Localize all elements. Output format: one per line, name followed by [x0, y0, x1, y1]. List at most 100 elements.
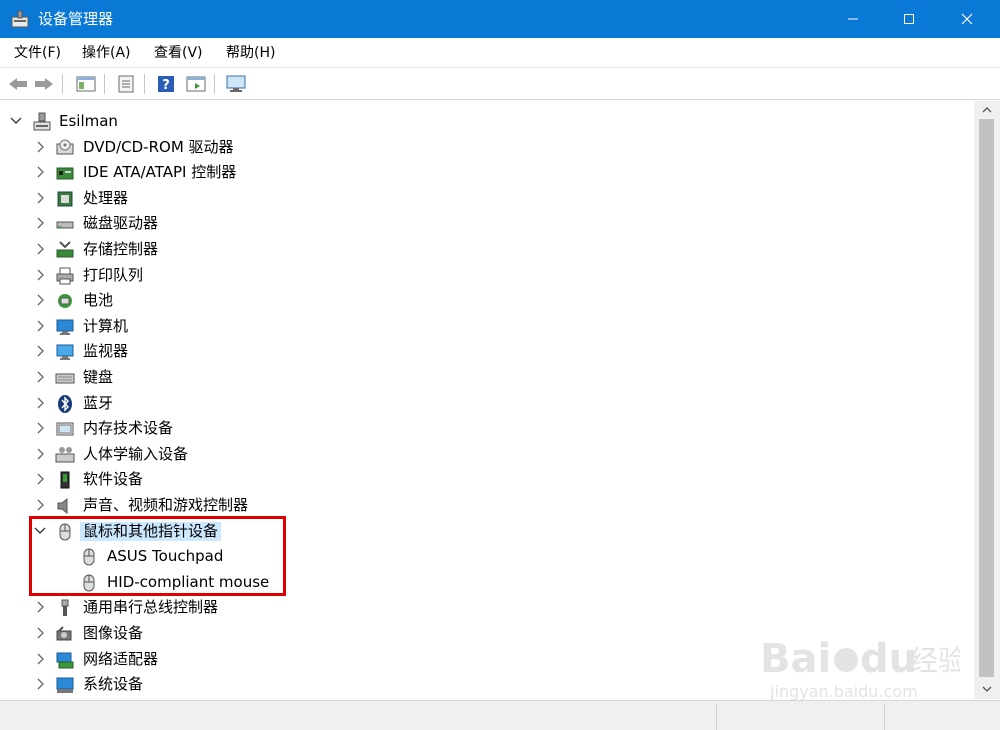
tree-item-label: 软件设备: [83, 470, 144, 488]
chevron-right-icon[interactable]: [33, 626, 47, 640]
maximize-button[interactable]: [886, 0, 932, 38]
hid-icon: [55, 447, 75, 463]
action-pane-button[interactable]: [184, 73, 208, 95]
chevron-right-icon[interactable]: [33, 447, 47, 461]
chevron-down-icon[interactable]: [33, 524, 47, 538]
chevron-right-icon[interactable]: [33, 191, 47, 205]
computer-icon: [56, 319, 74, 335]
chevron-right-icon[interactable]: [33, 216, 47, 230]
svg-text:经验: 经验: [910, 644, 960, 677]
scroll-down-button[interactable]: [974, 681, 1000, 698]
tree-item-label: 人体学输入设备: [83, 445, 189, 463]
menu-action[interactable]: 操作(A): [82, 44, 131, 62]
chevron-down-icon: [982, 686, 992, 692]
tree-item-label: 系统设备: [83, 675, 144, 693]
menu-file[interactable]: 文件(F): [14, 44, 61, 62]
battery-icon: [58, 294, 72, 308]
chevron-down-icon[interactable]: [9, 114, 23, 128]
svg-text:Bai: Bai: [760, 636, 831, 682]
help-icon: ?: [158, 76, 174, 93]
bluetooth-icon: [58, 395, 72, 413]
software-device-icon: [60, 471, 70, 489]
chevron-right-icon[interactable]: [33, 319, 47, 333]
tree-item-label: 通用串行总线控制器: [83, 598, 219, 616]
svg-text:du: du: [860, 636, 917, 682]
chevron-right-icon[interactable]: [33, 344, 47, 358]
chevron-right-icon[interactable]: [33, 370, 47, 384]
properties-icon: [118, 75, 134, 93]
tree-item-label: 存储控制器: [83, 240, 159, 258]
tree-item-label: 鼠标和其他指针设备: [80, 522, 222, 541]
chevron-right-icon[interactable]: [33, 652, 47, 666]
toolbar-separator: [62, 74, 63, 94]
menu-bar: 文件(F) 操作(A) 查看(V) 帮助(H): [0, 38, 1000, 68]
vertical-scrollbar[interactable]: [974, 101, 1000, 699]
action-pane-icon: [186, 76, 206, 92]
menu-view[interactable]: 查看(V): [154, 44, 203, 62]
tree-item-label: 计算机: [83, 317, 129, 335]
scroll-up-button[interactable]: [974, 101, 1000, 118]
status-pane: [716, 704, 884, 730]
back-arrow-icon: [9, 78, 27, 90]
toolbar-separator: [104, 74, 105, 94]
close-button[interactable]: [944, 0, 990, 38]
baidu-logo: Bai du 经验 jingyan.baidu.com: [760, 636, 966, 701]
speaker-icon: [57, 497, 68, 515]
chevron-right-icon[interactable]: [33, 600, 47, 614]
status-bar: [0, 700, 1000, 730]
scan-hardware-icon: [226, 75, 246, 92]
chevron-right-icon[interactable]: [33, 472, 47, 486]
chevron-right-icon[interactable]: [33, 242, 47, 256]
tree-item-label: 电池: [83, 291, 114, 309]
status-pane: [884, 704, 1000, 730]
tree-item-label: 声音、视频和游戏控制器: [83, 496, 249, 514]
help-button[interactable]: ?: [154, 73, 178, 95]
menu-help[interactable]: 帮助(H): [226, 44, 275, 62]
chevron-right-icon[interactable]: [33, 396, 47, 410]
chevron-right-icon[interactable]: [33, 421, 47, 435]
chevron-right-icon[interactable]: [33, 140, 47, 154]
keyboard-icon: [55, 373, 75, 384]
properties-button[interactable]: [114, 73, 138, 95]
toolbar-separator: [214, 74, 215, 94]
chevron-right-icon[interactable]: [33, 165, 47, 179]
tree-item-label: 键盘: [83, 368, 114, 386]
chevron-up-icon: [982, 107, 992, 113]
usb-icon: [61, 599, 69, 616]
system-device-icon: [56, 677, 74, 693]
mouse-icon: [59, 523, 71, 541]
window-title: 设备管理器: [38, 10, 114, 28]
svg-text:?: ?: [162, 78, 170, 93]
chevron-right-icon[interactable]: [33, 293, 47, 307]
scan-hardware-button[interactable]: [224, 73, 248, 95]
tree-item-label: DVD/CD-ROM 驱动器: [83, 138, 234, 156]
scroll-thumb[interactable]: [979, 119, 994, 677]
console-tree-button[interactable]: [74, 73, 98, 95]
mouse-icon: [83, 548, 95, 566]
baidu-watermark: Bai du 经验 jingyan.baidu.com: [760, 622, 966, 702]
forward-button[interactable]: [32, 73, 56, 95]
tree-item-label: 监视器: [83, 342, 129, 360]
toolbar: ?: [0, 69, 1000, 100]
tree-item-label: 打印队列: [83, 266, 144, 284]
back-button[interactable]: [6, 73, 30, 95]
memory-device-icon: [56, 422, 74, 436]
tree-item-label: 蓝牙: [83, 394, 114, 412]
chevron-right-icon[interactable]: [33, 268, 47, 282]
forward-arrow-icon: [35, 78, 53, 90]
minimize-icon: [848, 18, 858, 20]
minimize-button[interactable]: [830, 0, 876, 38]
ide-controller-icon: [56, 167, 74, 180]
show-hide-console-tree-icon: [76, 76, 96, 92]
tree-item-label: ASUS Touchpad: [107, 547, 224, 565]
processor-icon: [57, 191, 73, 207]
title-bar: 设备管理器: [0, 0, 1000, 38]
monitor-icon: [56, 344, 74, 360]
tree-item-label: 磁盘驱动器: [83, 214, 159, 232]
chevron-right-icon[interactable]: [33, 677, 47, 691]
chevron-right-icon[interactable]: [33, 498, 47, 512]
tree-item-label: 内存技术设备: [83, 419, 174, 437]
tree-item-label: 处理器: [83, 189, 129, 207]
tree-item-label: 图像设备: [83, 624, 144, 642]
tree-root-label: Esilman: [59, 112, 118, 130]
